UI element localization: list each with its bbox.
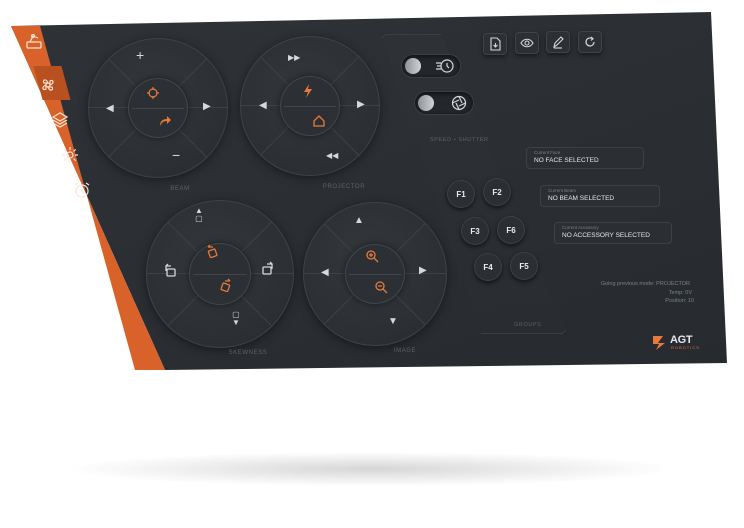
arrow-left-icon[interactable]: ◀ xyxy=(321,268,329,278)
shutter-toggle[interactable] xyxy=(415,92,473,114)
arrow-right-icon[interactable]: ▶ xyxy=(419,266,427,276)
groups-label: GROUPS xyxy=(514,322,542,328)
current-accessory-value: NO ACCESSORY SELECTED xyxy=(562,232,650,239)
speed-shutter-label: SPEED • SHUTTER xyxy=(430,137,489,143)
edit-icon xyxy=(553,36,564,49)
beam-label: BEAM xyxy=(170,186,190,192)
save-file-button[interactable] xyxy=(483,33,507,55)
slanted-device: + − ◀ ▶ BEAM ▶▶ ◀◀ ◀ ▶ PROJECTOR ▲▢ ▢▼ xyxy=(0,0,744,528)
arrow-right-icon[interactable]: ▶ xyxy=(357,100,365,110)
skew-up-icon[interactable]: ▲ ▢ xyxy=(195,207,203,223)
arrow-left-icon[interactable]: ◀ xyxy=(259,101,267,111)
alarm-icon[interactable] xyxy=(72,180,92,200)
layers-icon[interactable] xyxy=(50,110,70,130)
function-key-f1[interactable]: F1 xyxy=(447,180,475,208)
function-key-f2[interactable]: F2 xyxy=(483,178,511,206)
function-key-f4[interactable]: F4 xyxy=(474,253,502,281)
robot-icon[interactable] xyxy=(24,32,44,52)
current-beam-value: NO BEAM SELECTED xyxy=(548,195,615,202)
preview-button[interactable] xyxy=(515,32,539,54)
eye-icon xyxy=(520,38,534,48)
save-file-icon xyxy=(490,37,501,51)
edit-button[interactable] xyxy=(546,31,570,53)
current-beam-caption: Current Beam xyxy=(548,188,577,193)
fast-forward-icon[interactable]: ▶▶ xyxy=(288,53,300,63)
skewness-label: SKEWNESS xyxy=(228,350,268,356)
shutter-icon xyxy=(451,95,467,116)
gear-icon[interactable] xyxy=(60,145,80,165)
current-face-box: Current Face NO FACE SELECTED xyxy=(526,147,644,169)
refresh-button[interactable] xyxy=(578,31,602,53)
plus-icon[interactable]: + xyxy=(136,48,144,62)
current-face-value: NO FACE SELECTED xyxy=(534,157,599,164)
target-icon[interactable] xyxy=(146,86,160,100)
status-previous-mode: Going previous mode: PROJECTOR xyxy=(600,281,690,287)
speed-toggle[interactable] xyxy=(402,55,460,77)
projector-label: PROJECTOR xyxy=(322,184,366,190)
minus-icon[interactable]: − xyxy=(172,148,180,162)
agt-robotics-logo: AGT ROBOTICS xyxy=(652,334,699,357)
arrow-down-icon[interactable]: ▼ xyxy=(388,317,398,327)
rewind-icon[interactable]: ◀◀ xyxy=(326,151,338,161)
lightning-icon[interactable] xyxy=(302,84,314,98)
agt-logo-mark-icon xyxy=(653,336,665,350)
brand-tagline: ROBOTICS xyxy=(671,345,700,350)
arrow-right-icon[interactable]: ▶ xyxy=(203,102,211,112)
redirect-icon[interactable] xyxy=(158,115,172,127)
refresh-icon xyxy=(585,36,595,47)
current-accessory-caption: Current Accessory xyxy=(562,225,599,230)
fan-icon[interactable] xyxy=(38,75,58,95)
rotate-left-icon[interactable] xyxy=(162,262,178,278)
status-temp: Temp: 0V xyxy=(668,290,692,296)
arrow-left-icon[interactable]: ◀ xyxy=(106,104,114,114)
current-face-caption: Current Face xyxy=(534,150,561,155)
arrow-up-icon[interactable]: ▲ xyxy=(354,216,364,226)
rotate-ccw-icon[interactable] xyxy=(205,244,219,258)
rotate-right-icon[interactable] xyxy=(260,260,276,276)
zoom-out-icon[interactable] xyxy=(374,280,388,294)
status-position: Position: 10 xyxy=(665,298,694,304)
rotate-cw-icon[interactable] xyxy=(219,278,233,292)
function-key-f3[interactable]: F3 xyxy=(461,217,489,245)
speed-icon xyxy=(436,58,454,79)
image-label: IMAGE xyxy=(393,348,417,354)
skew-down-icon[interactable]: ▢ ▼ xyxy=(232,311,240,327)
current-accessory-box: Current Accessory NO ACCESSORY SELECTED xyxy=(554,222,672,244)
current-beam-box: Current Beam NO BEAM SELECTED xyxy=(540,185,660,207)
function-key-f6[interactable]: F6 xyxy=(497,216,525,244)
function-key-f5[interactable]: F5 xyxy=(510,252,538,280)
zoom-in-icon[interactable] xyxy=(365,249,379,263)
home-icon[interactable] xyxy=(312,114,326,128)
